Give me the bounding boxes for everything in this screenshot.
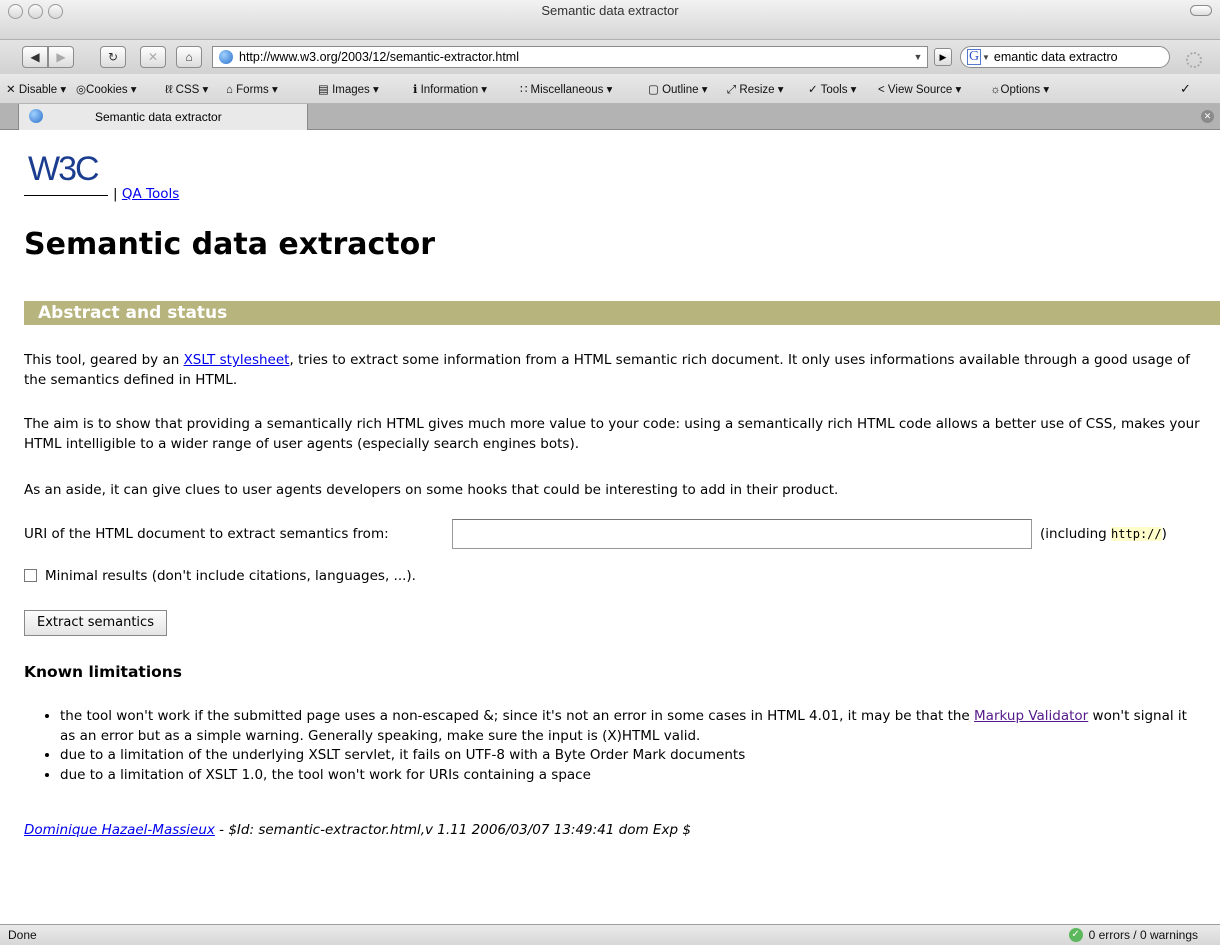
- back-button[interactable]: ◀: [22, 46, 48, 68]
- qa-tools-link[interactable]: QA Tools: [122, 186, 179, 202]
- go-button[interactable]: ▶: [934, 48, 952, 66]
- wd-forms-menu[interactable]: ⌂ Forms ▾: [226, 82, 278, 96]
- aim-paragraph: The aim is to show that providing a sema…: [24, 416, 1200, 452]
- markup-validator-link[interactable]: Markup Validator: [974, 708, 1088, 724]
- url-history-dropdown-icon[interactable]: ▼: [909, 52, 927, 62]
- wd-information-menu[interactable]: ℹ Information ▾: [413, 82, 487, 96]
- home-button[interactable]: ⌂: [176, 46, 202, 68]
- wd-resize-menu[interactable]: ⤢ Resize ▾: [727, 82, 784, 97]
- wd-tools-menu[interactable]: ✓ Tools ▾: [808, 82, 856, 96]
- validation-status[interactable]: ✓ 0 errors / 0 warnings: [1068, 928, 1198, 942]
- list-item: due to a limitation of XSLT 1.0, the too…: [60, 766, 1200, 786]
- forward-button[interactable]: ▶: [48, 46, 74, 68]
- known-limitations-heading: Known limitations: [24, 663, 183, 681]
- page-content: W3C | QA Tools Semantic data extractor A…: [0, 131, 1220, 924]
- author-link[interactable]: Dominique Hazael-Massieux: [24, 822, 215, 838]
- list-item: the tool won't work if the submitted pag…: [60, 707, 1200, 746]
- wd-options-menu[interactable]: ☼Options ▾: [990, 82, 1049, 96]
- page-title: Semantic data extractor: [24, 227, 436, 262]
- w3c-logo[interactable]: W3C: [24, 143, 108, 197]
- back-arrow-icon: ◀: [30, 50, 40, 64]
- check-circle-icon: ✓: [1068, 928, 1083, 942]
- wd-miscellaneous-menu[interactable]: ∷ Miscellaneous ▾: [520, 82, 612, 96]
- tab-title: Semantic data extractor: [95, 110, 222, 124]
- http-code: http://: [1111, 527, 1162, 541]
- tab-globe-icon: [29, 109, 43, 123]
- toolbar-toggle-button[interactable]: [1190, 5, 1212, 16]
- wd-outline-menu[interactable]: ▢ Outline ▾: [648, 82, 707, 96]
- web-developer-toolbar: ✕ Disable ▾ ◎Cookies ▾ ℓℓ CSS ▾ ⌂ Forms …: [0, 74, 1220, 104]
- engine-dropdown-icon[interactable]: ▼: [982, 53, 990, 62]
- wd-css-menu[interactable]: ℓℓ CSS ▾: [165, 82, 208, 96]
- status-text: Done: [8, 928, 37, 942]
- logo-underline: [24, 195, 108, 196]
- minimal-results-row: Minimal results (don't include citations…: [24, 567, 416, 587]
- author-signature: Dominique Hazael-Massieux - $Id: semanti…: [24, 821, 691, 841]
- validation-summary: 0 errors / 0 warnings: [1088, 928, 1198, 942]
- stop-button[interactable]: ✕: [140, 46, 166, 68]
- reload-icon: ↻: [107, 50, 119, 64]
- wd-disable-menu[interactable]: ✕ Disable ▾: [6, 82, 66, 96]
- go-arrow-icon: ▶: [939, 51, 947, 62]
- home-icon: ⌂: [185, 50, 193, 64]
- uri-input[interactable]: [452, 519, 1032, 549]
- navigation-toolbar: ◀ ▶ ↻ ✕ ⌂ http://www.w3.org/2003/12/sema…: [0, 40, 1220, 74]
- aside-paragraph: As an aside, it can give clues to user a…: [24, 482, 839, 498]
- search-field[interactable]: G ▼ emantic data extractro: [960, 46, 1170, 68]
- limitations-list: the tool won't work if the submitted pag…: [40, 707, 1200, 785]
- uri-hint: (including http://): [1040, 526, 1167, 542]
- tab-semantic-data-extractor[interactable]: Semantic data extractor: [18, 104, 308, 130]
- close-tab-icon[interactable]: ✕: [1201, 110, 1214, 123]
- address-url[interactable]: http://www.w3.org/2003/12/semantic-extra…: [239, 50, 909, 64]
- extract-semantics-button[interactable]: Extract semantics: [24, 610, 167, 636]
- revision-id: - $Id: semantic-extractor.html,v 1.11 20…: [214, 822, 691, 838]
- window-title: Semantic data extractor: [541, 3, 679, 18]
- forward-arrow-icon: ▶: [56, 50, 66, 64]
- section-heading-abstract: Abstract and status: [24, 301, 1220, 325]
- minimal-results-label[interactable]: Minimal results (don't include citations…: [45, 568, 416, 584]
- validation-check-icon[interactable]: ✓: [1180, 81, 1191, 97]
- wd-images-menu[interactable]: ▤ Images ▾: [318, 82, 379, 96]
- xslt-stylesheet-link[interactable]: XSLT stylesheet: [184, 352, 290, 368]
- google-engine-icon[interactable]: G: [967, 49, 981, 65]
- wd-cookies-menu[interactable]: ◎Cookies ▾: [76, 82, 137, 96]
- list-item: due to a limitation of the underlying XS…: [60, 746, 1200, 766]
- tab-bar: Semantic data extractor ✕: [0, 104, 1220, 130]
- search-text[interactable]: emantic data extractro: [994, 50, 1118, 64]
- reload-button[interactable]: ↻: [100, 46, 126, 68]
- site-globe-icon: [219, 50, 233, 64]
- uri-label: URI of the HTML document to extract sema…: [24, 526, 389, 542]
- stop-icon: ✕: [147, 50, 159, 64]
- intro-paragraph: This tool, geared by an XSLT stylesheet,…: [24, 352, 1190, 388]
- window-titlebar: Semantic data extractor: [0, 0, 1220, 40]
- minimal-results-checkbox[interactable]: [24, 569, 37, 582]
- uri-form: URI of the HTML document to extract sema…: [24, 519, 1214, 549]
- w3c-logo-text: W3C: [28, 150, 100, 188]
- address-bar[interactable]: http://www.w3.org/2003/12/semantic-extra…: [212, 46, 928, 68]
- wd-view-source-menu[interactable]: < View Source ▾: [878, 82, 961, 96]
- loading-spinner-icon: [1186, 52, 1202, 68]
- qa-breadcrumb: | QA Tools: [113, 186, 180, 202]
- status-bar: Done ✓ 0 errors / 0 warnings: [0, 924, 1220, 945]
